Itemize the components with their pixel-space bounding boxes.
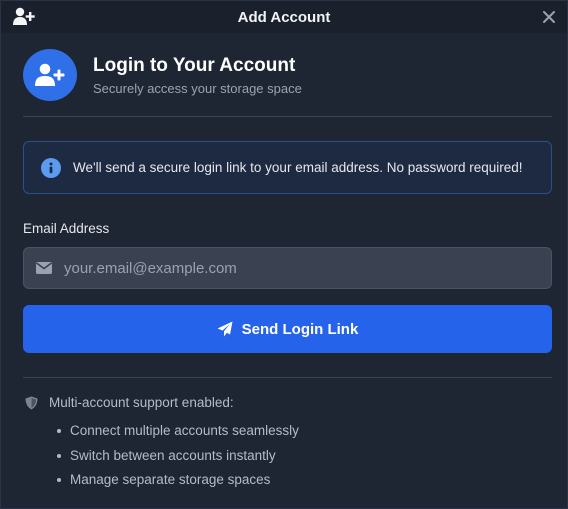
bullet-icon	[57, 453, 61, 458]
title-bar: Add Account	[1, 1, 567, 33]
close-icon	[543, 11, 555, 23]
header-divider	[23, 116, 552, 117]
bullet-icon	[57, 429, 61, 434]
notice-text: We'll send a secure login link to your e…	[73, 160, 523, 175]
list-item: Manage separate storage spaces	[57, 468, 552, 493]
page-title: Login to Your Account	[93, 55, 296, 76]
add-account-window: Add Account Login to Your Account Secure…	[0, 0, 568, 509]
features-title: Multi-account support enabled:	[49, 395, 234, 410]
feature-text: Connect multiple accounts seamlessly	[70, 423, 299, 439]
send-login-link-button[interactable]: Send Login Link	[23, 305, 552, 353]
list-item: Connect multiple accounts seamlessly	[57, 419, 552, 444]
feature-text: Switch between accounts instantly	[70, 447, 276, 463]
feature-text: Manage separate storage spaces	[70, 472, 271, 488]
email-field-wrapper[interactable]	[23, 247, 552, 289]
multi-account-features: Multi-account support enabled: Connect m…	[23, 395, 552, 493]
user-plus-icon	[13, 7, 35, 27]
window-title: Add Account	[237, 8, 331, 26]
paper-plane-icon	[217, 321, 233, 337]
login-header: Login to Your Account Securely access yo…	[23, 49, 552, 101]
email-label: Email Address	[23, 221, 110, 236]
email-input[interactable]	[64, 249, 524, 287]
close-button[interactable]	[539, 7, 559, 27]
list-item: Switch between accounts instantly	[57, 444, 552, 469]
info-notice: We'll send a secure login link to your e…	[23, 141, 552, 194]
bullet-icon	[57, 478, 61, 483]
shield-icon	[25, 396, 38, 409]
page-subtitle: Securely access your storage space	[93, 81, 302, 96]
envelope-icon	[36, 262, 52, 274]
features-divider	[23, 377, 552, 378]
user-plus-icon	[35, 63, 65, 86]
features-list: Connect multiple accounts seamlessly Swi…	[57, 419, 552, 493]
send-button-label: Send Login Link	[241, 320, 359, 338]
avatar	[23, 49, 77, 101]
info-circle-icon	[41, 157, 61, 178]
